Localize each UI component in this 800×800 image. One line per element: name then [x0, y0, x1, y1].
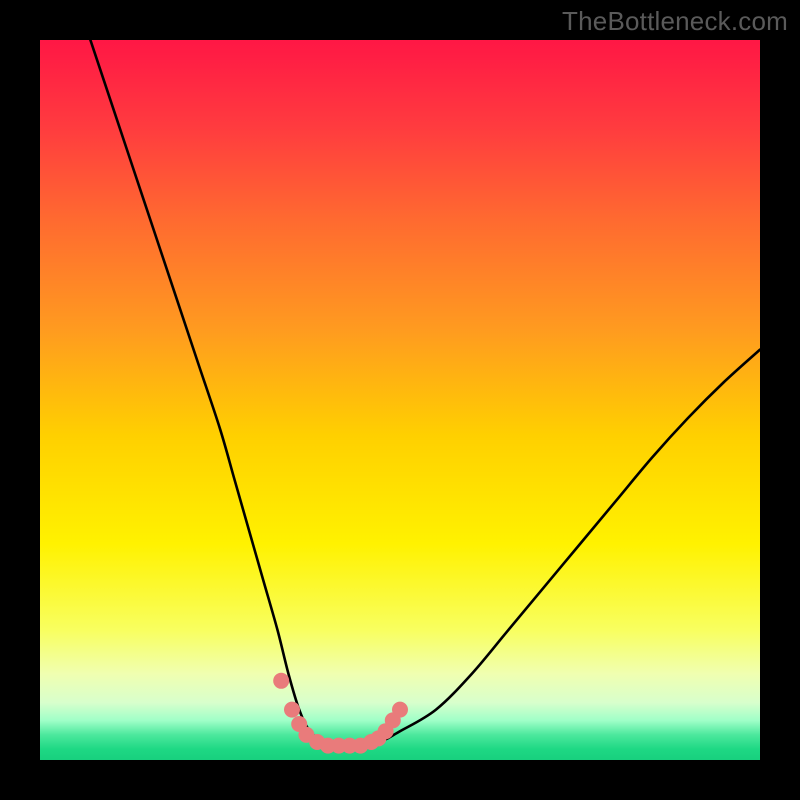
- trough-dot: [284, 702, 300, 718]
- curve-line: [90, 40, 760, 747]
- chart-overlay: [40, 40, 760, 760]
- trough-dot: [273, 673, 289, 689]
- chart-frame: TheBottleneck.com: [0, 0, 800, 800]
- watermark-text: TheBottleneck.com: [562, 6, 788, 37]
- trough-dot: [392, 702, 408, 718]
- trough-dots: [273, 673, 408, 754]
- plot-area: [40, 40, 760, 760]
